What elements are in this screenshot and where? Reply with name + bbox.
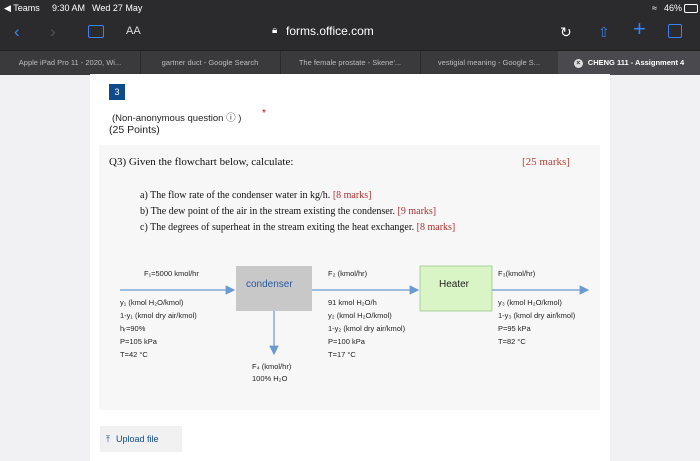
stream1-line: y₁ (kmol H₂O/kmol) (120, 298, 184, 307)
f2-label: F₂ (kmol/hr) (328, 269, 368, 278)
condenser-label: condenser (246, 279, 293, 290)
heater-label: Heater (439, 279, 470, 290)
stream2-details: 91 kmol H₂O/h y₂ (kmol H₂O/kmol) 1-y₂ (k… (328, 296, 405, 361)
flowchart-diagram (120, 265, 590, 356)
stream1-line: 1-y₁ (kmol dry air/kmol) (120, 311, 197, 320)
stream1-line: hᵣ=90% (120, 324, 146, 333)
stream2-line: P=100 kPa (328, 337, 365, 346)
stream1-details: y₁ (kmol H₂O/kmol) 1-y₁ (kmol dry air/km… (120, 296, 197, 361)
f4-composition: 100% H₂O (252, 374, 288, 383)
stream1-line: T=42 °C (120, 350, 148, 359)
upload-label: Upload file (115, 434, 159, 444)
stream1-line: P=105 kPa (120, 337, 157, 346)
stream2-line: 91 kmol H₂O/h (328, 298, 377, 307)
f1-label: F₁=5000 kmol/hr (144, 269, 199, 278)
stream3-details: y₃ (kmol H₂O/kmol) 1-y₃ (kmol dry air/km… (498, 296, 575, 348)
upload-file-button[interactable]: ⤒ Upload file (100, 426, 182, 452)
stream2-line: 1-y₂ (kmol dry air/kmol) (328, 324, 406, 333)
upload-icon: ⤒ (106, 434, 110, 444)
stream3-line: T=82 °C (498, 337, 526, 346)
stream3-line: 1-y₃ (kmol dry air/kmol) (498, 311, 576, 320)
stream3-line: y₃ (kmol H₂O/kmol) (498, 298, 562, 307)
stream2-line: y₂ (kmol H₂O/kmol) (328, 311, 392, 320)
stream3-line: P=95 kPa (498, 324, 531, 333)
stream2-line: T=17 °C (328, 350, 356, 359)
f3-label: F₃(kmol/hr) (498, 269, 536, 278)
